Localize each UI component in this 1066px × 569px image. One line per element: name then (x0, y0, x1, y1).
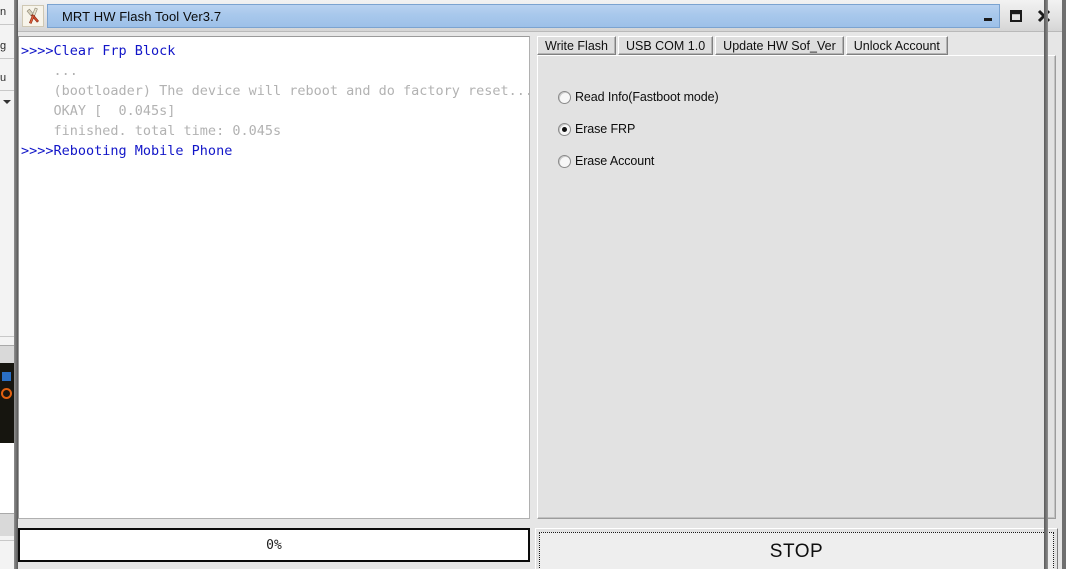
operation-mode-radio-group: Read Info(Fastboot mode) Erase FRP Erase… (558, 89, 719, 185)
background-window[interactable]: n g u (0, 0, 14, 569)
window-right-border (1044, 0, 1048, 569)
maximize-icon[interactable] (1002, 1, 1030, 31)
app-icon[interactable] (2, 372, 11, 381)
main-window: MRT HW Flash Tool Ver3.7 >>>>Clear Frp B… (14, 0, 1066, 569)
tab-update-hw-sof-ver[interactable]: Update HW Sof_Ver (715, 36, 844, 55)
background-divider (0, 58, 14, 59)
background-taskbar[interactable] (0, 345, 14, 364)
log-line: ... (21, 63, 78, 79)
stop-button-container: STOP (535, 528, 1058, 569)
client-area: >>>>Clear Frp Block ... (bootloader) The… (18, 32, 1062, 569)
log-line: finished. total time: 0.045s (21, 123, 282, 139)
radio-read-info[interactable]: Read Info(Fastboot mode) (558, 89, 719, 105)
radio-button-selected-icon (558, 122, 571, 136)
background-text-fragment: n (0, 6, 7, 18)
log-line: (bootloader) The device will reboot and … (21, 83, 530, 99)
minimize-icon[interactable] (974, 1, 1002, 31)
tab-usb-com[interactable]: USB COM 1.0 (617, 36, 714, 55)
background-divider (0, 540, 14, 541)
log-line: OKAY [ 0.045s] (21, 103, 176, 119)
radio-label: Erase Account (575, 154, 655, 168)
tab-write-flash[interactable]: Write Flash (537, 36, 616, 55)
progress-label: 0% (266, 537, 282, 553)
radio-label: Erase FRP (575, 122, 636, 136)
window-title: MRT HW Flash Tool Ver3.7 (47, 4, 1000, 28)
progress-bar: 0% (18, 528, 530, 562)
log-line: >>>>Clear Frp Block (21, 43, 176, 59)
radio-erase-account[interactable]: Erase Account (558, 153, 719, 169)
background-statusbar (0, 513, 14, 536)
chevron-down-icon[interactable] (3, 100, 11, 104)
tab-unlock-account[interactable]: Unlock Account (845, 36, 948, 55)
tab-control: Write Flash USB COM 1.0 Update HW Sof_Ve… (535, 36, 1058, 519)
background-text-fragment: u (0, 72, 7, 84)
radio-button-icon (558, 154, 571, 168)
browser-icon[interactable] (1, 388, 12, 399)
radio-erase-frp[interactable]: Erase FRP (558, 121, 719, 137)
log-line: >>>>Rebooting Mobile Phone (21, 143, 233, 159)
stop-button[interactable]: STOP (539, 532, 1054, 569)
radio-button-icon (558, 90, 571, 104)
background-divider (0, 90, 14, 91)
console-log[interactable]: >>>>Clear Frp Block ... (bootloader) The… (18, 36, 530, 519)
background-divider (0, 336, 14, 337)
tab-page-unlock-account: Read Info(Fastboot mode) Erase FRP Erase… (537, 55, 1056, 519)
background-divider (0, 24, 14, 25)
screen-root: n g u MRT HW Flash Tool Ver3.7 >>>>Clear… (0, 0, 1066, 569)
tab-strip: Write Flash USB COM 1.0 Update HW Sof_Ve… (535, 36, 948, 55)
tools-hammer-icon (22, 5, 44, 27)
title-bar[interactable]: MRT HW Flash Tool Ver3.7 (18, 0, 1062, 32)
radio-label: Read Info(Fastboot mode) (575, 90, 719, 104)
background-panel (0, 443, 14, 513)
background-text-fragment: g (0, 40, 7, 52)
